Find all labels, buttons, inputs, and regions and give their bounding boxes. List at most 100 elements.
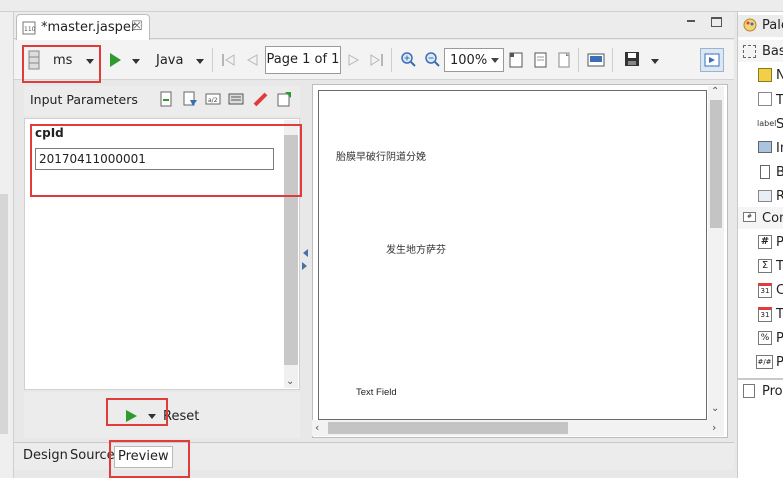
zoom-out-icon[interactable] <box>424 51 440 67</box>
toolbar-separator <box>612 48 613 72</box>
sort-parameters-icon[interactable] <box>228 91 244 107</box>
splitter-arrows-icon[interactable] <box>301 247 311 277</box>
scroll-up-icon[interactable]: ⌃ <box>711 86 719 97</box>
time-icon: 31 <box>758 307 772 322</box>
composite-item[interactable]: P <box>776 355 783 370</box>
minimize-icon[interactable] <box>687 20 695 22</box>
page-indicator: Page 1 of 1 <box>265 46 341 74</box>
composite-item[interactable]: P <box>776 235 783 250</box>
scroll-down-icon[interactable]: ⌄ <box>711 403 719 414</box>
preview-vertical-scrollbar[interactable] <box>708 86 724 420</box>
language-select[interactable]: Java <box>156 53 183 68</box>
run-icon[interactable] <box>108 52 122 68</box>
basic-item[interactable]: In <box>776 141 783 156</box>
save-dropdown-icon[interactable] <box>651 59 659 64</box>
editor-tab-master[interactable]: 110 *master.jasper ☒ <box>16 14 150 40</box>
scroll-left-icon[interactable]: ‹ <box>315 421 319 434</box>
reset-button[interactable]: Reset <box>163 409 199 424</box>
report-text-1: 胎膜早破行阴道分娩 <box>336 152 426 163</box>
percentage-icon: % <box>758 331 772 345</box>
parameters-footer <box>24 392 300 438</box>
toolbar-separator <box>578 48 579 72</box>
toolbar-separator <box>212 48 213 72</box>
composite-item[interactable]: T <box>776 259 783 274</box>
gutter-bar <box>0 194 8 434</box>
basic-item[interactable]: B <box>776 165 783 180</box>
fit-width-icon[interactable] <box>556 52 572 68</box>
run-report-dropdown-icon[interactable] <box>148 414 156 419</box>
datasource-select[interactable]: ms <box>53 53 72 68</box>
parameter-label-cpid: cpId <box>35 126 64 140</box>
toggle-parameters-button[interactable] <box>700 48 724 72</box>
palette-icon <box>743 18 757 32</box>
preview-horizontal-scrollbar[interactable] <box>312 420 724 436</box>
rectangle-element-icon <box>758 190 772 202</box>
properties-title: Pro <box>762 384 783 399</box>
toolbar-separator <box>391 48 392 72</box>
composite-item[interactable]: T <box>776 307 783 322</box>
palette-title: Pale <box>762 18 783 33</box>
jasper-file-icon: 110 <box>22 21 36 35</box>
language-dropdown-icon[interactable] <box>196 59 204 64</box>
report-text-2: 发生地方萨芬 <box>386 245 446 256</box>
toggle-parameters-icon <box>704 53 720 67</box>
run-dropdown-icon[interactable] <box>132 59 140 64</box>
import-parameters-icon[interactable] <box>182 91 198 107</box>
image-element-icon <box>758 141 772 153</box>
first-page-icon[interactable] <box>220 52 236 68</box>
static-text-label-icon: label <box>757 119 777 128</box>
tab-source[interactable]: Source <box>67 446 118 468</box>
report-page <box>318 90 707 420</box>
svg-text:a/2: a/2 <box>208 97 218 104</box>
zoom-dropdown-icon[interactable] <box>491 58 499 63</box>
zoom-select[interactable]: 100% <box>444 48 504 72</box>
current-date-icon: 31 <box>758 283 772 298</box>
basic-elements-icon <box>743 45 756 58</box>
zoom-in-icon[interactable] <box>400 51 416 67</box>
basic-section-label: Bas <box>762 44 783 59</box>
note-element-icon <box>758 68 772 82</box>
parameters-scrollbar-thumb[interactable] <box>284 135 298 365</box>
report-text-field: Text Field <box>356 387 397 398</box>
tab-preview[interactable]: Preview <box>114 446 173 468</box>
page-x-of-y-icon: #/# <box>756 355 773 369</box>
composite-elements-icon: # <box>743 212 756 222</box>
composite-item[interactable]: C <box>776 283 783 298</box>
scroll-right-icon[interactable]: › <box>712 421 716 434</box>
break-element-icon <box>760 165 770 179</box>
composite-section-label: Con <box>762 211 783 226</box>
previous-page-icon[interactable] <box>244 52 260 68</box>
editor-tab-title: *master.jasper <box>41 20 137 35</box>
next-page-icon[interactable] <box>346 52 362 68</box>
basic-item[interactable]: T <box>776 93 783 108</box>
preview-hscroll-thumb[interactable] <box>328 422 568 434</box>
basic-item[interactable]: R <box>776 189 783 204</box>
fit-actual-size-icon[interactable] <box>508 52 524 68</box>
parameters-scrollbar[interactable] <box>284 120 298 388</box>
clear-parameters-icon[interactable] <box>252 91 268 107</box>
cpid-input[interactable]: 20170411000001 <box>35 148 274 170</box>
composite-item[interactable]: P <box>776 331 783 346</box>
fit-page-icon[interactable] <box>532 52 548 68</box>
export-parameters-icon[interactable] <box>276 91 292 107</box>
last-page-icon[interactable] <box>369 52 385 68</box>
scroll-down-icon[interactable]: ⌄ <box>286 376 294 387</box>
properties-icon <box>743 384 755 398</box>
basic-item[interactable]: N <box>776 68 783 83</box>
svg-text:110: 110 <box>24 26 36 33</box>
export-icon[interactable] <box>587 52 605 68</box>
run-report-icon[interactable] <box>124 408 138 424</box>
datasource-dropdown-icon[interactable] <box>86 59 94 64</box>
basic-item[interactable]: S <box>776 117 783 132</box>
datasource-icon <box>28 50 40 70</box>
total-pages-icon: Σ <box>758 259 772 273</box>
load-parameters-icon[interactable] <box>158 91 174 107</box>
save-icon[interactable] <box>624 51 640 67</box>
page-number-icon: # <box>758 235 772 249</box>
tab-design[interactable]: Design <box>20 446 71 468</box>
left-gutter <box>0 12 14 478</box>
maximize-icon[interactable] <box>711 17 722 27</box>
preview-vscroll-thumb[interactable] <box>710 100 722 228</box>
close-icon[interactable]: ☒ <box>131 19 143 34</box>
parameter-values-icon[interactable]: a/2 <box>205 91 221 107</box>
